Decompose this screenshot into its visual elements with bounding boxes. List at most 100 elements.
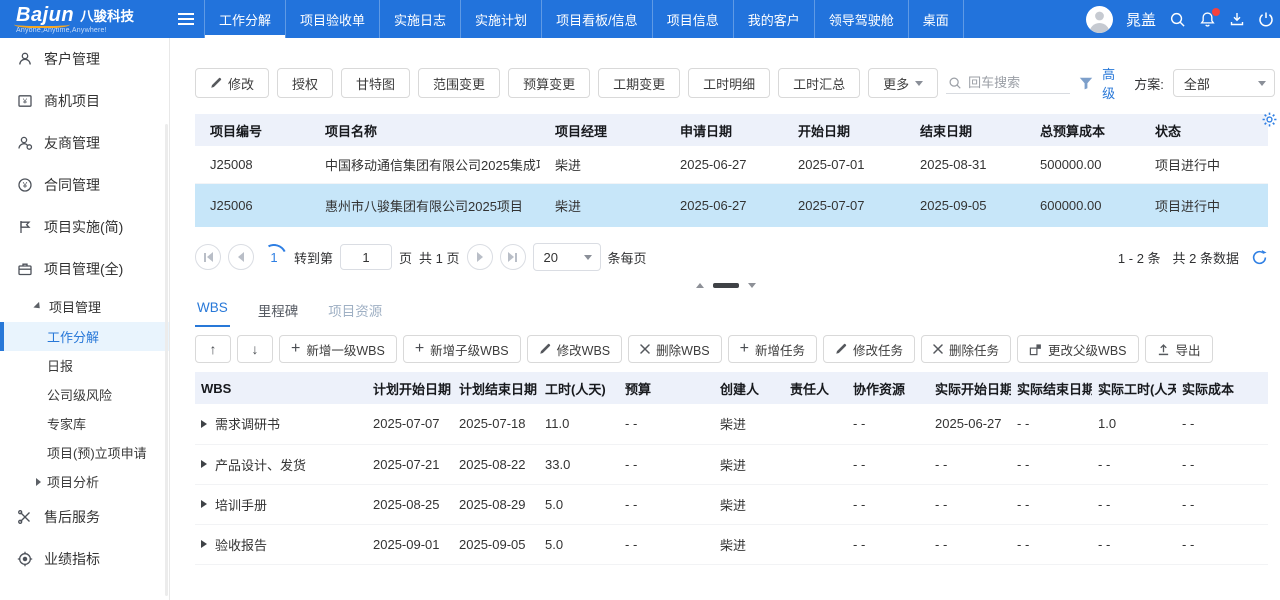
nav-item-my-customers[interactable]: 我的客户 [733, 0, 814, 38]
power-icon[interactable] [1258, 11, 1274, 27]
change-parent-wbs-button[interactable]: 更改父级WBS [1017, 335, 1138, 363]
nav-item-desktop[interactable]: 桌面 [908, 0, 964, 38]
col-start-date: 开始日期 [783, 114, 905, 146]
expand-caret-icon[interactable] [201, 420, 207, 428]
range-info: 1 - 2 条 [1118, 248, 1161, 267]
next-page-button[interactable] [467, 244, 493, 270]
hours-summary-button[interactable]: 工时汇总 [778, 68, 860, 98]
nav-item-leader-cockpit[interactable]: 领导驾驶舱 [814, 0, 908, 38]
duration-change-button[interactable]: 工期变更 [598, 68, 680, 98]
wbs-row[interactable]: 产品设计、发货 2025-07-21 2025-08-22 33.0 - - 柴… [195, 444, 1268, 484]
authorize-button[interactable]: 授权 [277, 68, 333, 98]
filter-funnel-icon[interactable] [1079, 77, 1093, 90]
search-input[interactable] [968, 75, 1068, 90]
sidebar-subitem-label: 专家库 [47, 414, 86, 433]
hours-detail-button[interactable]: 工时明细 [688, 68, 770, 98]
wbs-name-text: 培训手册 [215, 495, 267, 514]
delete-task-button[interactable]: 删除任务 [921, 335, 1011, 363]
plus-icon: + [740, 341, 749, 357]
sidebar-item-performance-metrics[interactable]: 业绩指标 [0, 538, 169, 580]
col-budget: 预算 [619, 372, 714, 404]
menu-toggle-icon[interactable] [168, 0, 204, 38]
col-collab-resources: 协作资源 [847, 372, 929, 404]
nav-item-implementation-log[interactable]: 实施日志 [379, 0, 460, 38]
nav-item-project-board[interactable]: 项目看板/信息 [541, 0, 652, 38]
partner-icon [17, 135, 33, 151]
nav-item-acceptance-form[interactable]: 项目验收单 [285, 0, 379, 38]
prev-page-button[interactable] [228, 244, 254, 270]
wbs-tabs: WBS 里程碑 项目资源 [195, 294, 1268, 327]
user-avatar[interactable] [1086, 6, 1113, 33]
splitter-drag-handle[interactable] [713, 283, 739, 288]
sidebar-subitem-company-risk[interactable]: 公司级风险 [0, 380, 169, 409]
wbs-row[interactable]: 验收报告 2025-09-01 2025-09-05 5.0 - - 柴进 - … [195, 524, 1268, 564]
sidebar-item-project-management-full[interactable]: 项目管理(全) [0, 248, 169, 290]
expand-caret-icon[interactable] [201, 460, 207, 468]
prev-page-icon [238, 252, 244, 262]
projects-table: 项目编号 项目名称 项目经理 申请日期 开始日期 结束日期 总预算成本 状态 J… [195, 114, 1268, 227]
sidebar-subitem-project-analysis[interactable]: 项目分析 [0, 467, 169, 496]
goto-page-input[interactable] [340, 244, 392, 270]
sidebar-subitem-expert-library[interactable]: 专家库 [0, 409, 169, 438]
edit-wbs-button[interactable]: 修改WBS [527, 335, 622, 363]
collapse-down-icon[interactable] [748, 283, 756, 288]
sidebar-item-project-implementation[interactable]: 项目实施(简) [0, 206, 169, 248]
nav-item-implementation-plan[interactable]: 实施计划 [460, 0, 541, 38]
page-size-select[interactable]: 20 [533, 243, 601, 271]
total-info: 共 2 条数据 [1173, 248, 1239, 267]
budget-change-button[interactable]: 预算变更 [508, 68, 590, 98]
sidebar-item-customer-management[interactable]: 客户管理 [0, 38, 169, 80]
tab-wbs[interactable]: WBS [195, 294, 230, 327]
sidebar-group-project-management[interactable]: 项目管理 [0, 290, 169, 322]
tab-milestone[interactable]: 里程碑 [256, 294, 301, 327]
move-up-button[interactable]: ↑ [195, 335, 231, 363]
project-row-selected[interactable]: J25006 惠州市八骏集团有限公司2025项目 柴进 2025-06-27 2… [195, 183, 1268, 227]
delete-wbs-button[interactable]: 删除WBS [628, 335, 721, 363]
sidebar-subitem-work-breakdown[interactable]: 工作分解 [0, 322, 169, 351]
plus-icon: + [291, 341, 300, 357]
nav-item-work-breakdown[interactable]: 工作分解 [204, 0, 285, 38]
panel-splitter [171, 278, 1280, 293]
expand-caret-icon[interactable] [201, 500, 207, 508]
column-settings-gear-icon[interactable] [1262, 112, 1277, 132]
sidebar-item-opportunity-projects[interactable]: ¥ 商机项目 [0, 80, 169, 122]
sidebar-item-after-sales[interactable]: 售后服务 [0, 496, 169, 538]
expand-caret-icon[interactable] [201, 540, 207, 548]
gantt-button[interactable]: 甘特图 [341, 68, 410, 98]
add-level1-wbs-button[interactable]: + 新增一级WBS [279, 335, 397, 363]
add-task-button[interactable]: + 新增任务 [728, 335, 817, 363]
sidebar-scrollbar[interactable] [165, 124, 168, 596]
move-down-button[interactable]: ↓ [237, 335, 273, 363]
project-row[interactable]: J25008 中国移动通信集团有限公司2025集成项目 柴进 2025-06-2… [195, 146, 1268, 183]
last-page-button[interactable] [500, 244, 526, 270]
sidebar-group-label: 项目管理 [49, 297, 101, 316]
download-icon[interactable] [1229, 11, 1245, 27]
add-child-wbs-button[interactable]: + 新增子级WBS [403, 335, 521, 363]
notifications-bell-icon[interactable] [1199, 11, 1216, 28]
sidebar-subitem-daily-report[interactable]: 日报 [0, 351, 169, 380]
customer-icon [17, 51, 33, 67]
tab-project-resources[interactable]: 项目资源 [326, 294, 384, 327]
collapse-up-icon[interactable] [696, 283, 704, 288]
sidebar-item-partner-management[interactable]: 友商管理 [0, 122, 169, 164]
topbar-right-cluster: 晁盖 [1086, 0, 1280, 38]
sidebar-subitem-project-approval[interactable]: 项目(预)立项申请 [0, 438, 169, 467]
nav-item-project-info[interactable]: 项目信息 [652, 0, 733, 38]
first-page-button[interactable] [195, 244, 221, 270]
export-button[interactable]: 导出 [1145, 335, 1213, 363]
refresh-icon[interactable] [1251, 249, 1268, 266]
x-icon [933, 344, 943, 354]
last-page-icon [508, 252, 514, 262]
current-page-button[interactable]: 1 [261, 244, 287, 270]
scope-change-button[interactable]: 范围变更 [418, 68, 500, 98]
search-icon[interactable] [1169, 11, 1186, 28]
advanced-search-link[interactable]: 高级 [1102, 64, 1125, 102]
edit-project-button[interactable]: 修改 [195, 68, 269, 98]
scheme-select[interactable]: 全部 [1173, 69, 1275, 97]
wbs-row[interactable]: 需求调研书 2025-07-07 2025-07-18 11.0 - - 柴进 … [195, 404, 1268, 444]
pencil-icon [210, 77, 222, 89]
sidebar-item-contract-management[interactable]: ¥ 合同管理 [0, 164, 169, 206]
more-button[interactable]: 更多 [868, 68, 938, 98]
wbs-row[interactable]: 培训手册 2025-08-25 2025-08-29 5.0 - - 柴进 - … [195, 484, 1268, 524]
edit-task-button[interactable]: 修改任务 [823, 335, 915, 363]
